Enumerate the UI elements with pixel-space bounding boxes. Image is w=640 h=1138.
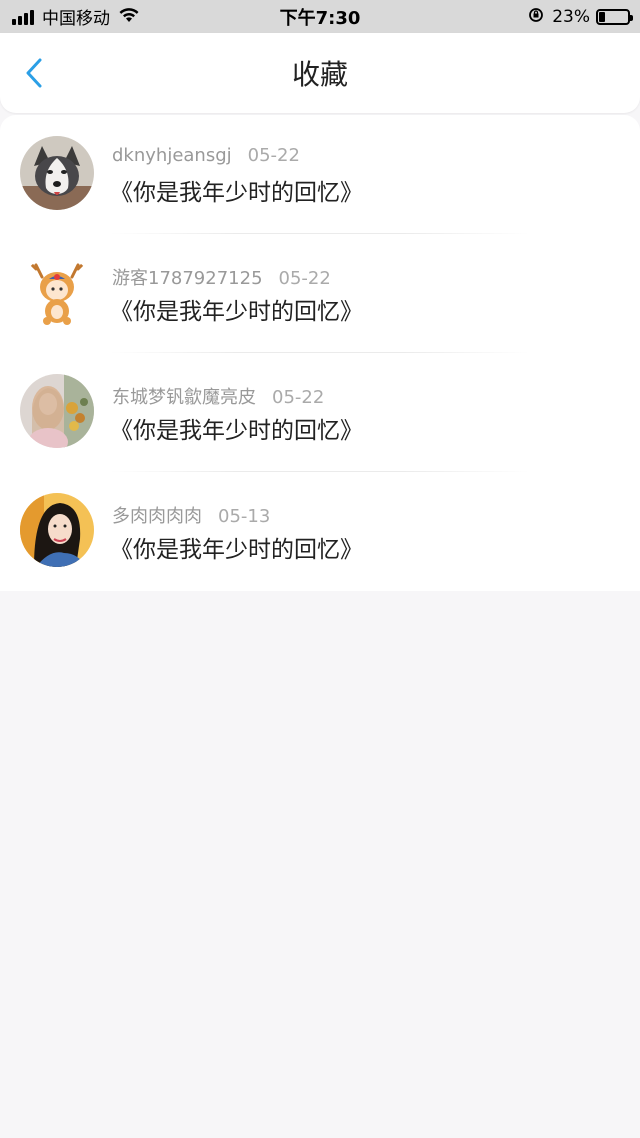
battery-level: [599, 11, 605, 22]
item-title: 《你是我年少时的回忆》: [110, 537, 363, 563]
husky-dog-avatar: [20, 136, 94, 210]
woman-flowers-avatar: [20, 374, 94, 448]
status-bar-right: 23%: [528, 0, 633, 33]
list-item[interactable]: 游客1787927125 05-22 《你是我年少时的回忆》: [0, 234, 640, 353]
date: 05-22: [272, 387, 325, 408]
item-meta: dknyhjeansgj 05-22: [112, 145, 300, 166]
battery-icon: [596, 8, 633, 25]
item-title: 《你是我年少时的回忆》: [110, 418, 363, 444]
list-item[interactable]: 多肉肉肉肉 05-13 《你是我年少时的回忆》: [0, 472, 640, 591]
page-title: 收藏: [291, 58, 348, 91]
username: dknyhjeansgj: [112, 145, 232, 166]
woman-portrait-avatar: [20, 493, 94, 567]
username: 多肉肉肉肉: [112, 506, 202, 527]
username: 游客1787927125: [112, 268, 263, 289]
status-bar: 中国移动 下午7:30 23%: [0, 0, 640, 33]
item-title: 《你是我年少时的回忆》: [110, 299, 363, 325]
item-meta: 游客1787927125 05-22: [112, 264, 331, 290]
battery-percent: 23%: [552, 6, 590, 27]
favorites-list: dknyhjeansgj 05-22 《你是我年少时的回忆》 游客1787927…: [0, 115, 640, 591]
username: 东城梦钒歙魔亮皮: [112, 387, 256, 408]
item-meta: 东城梦钒歙魔亮皮 05-22: [112, 383, 324, 409]
item-title: 《你是我年少时的回忆》: [110, 180, 363, 206]
list-item[interactable]: dknyhjeansgj 05-22 《你是我年少时的回忆》: [0, 115, 640, 234]
item-meta: 多肉肉肉肉 05-13: [112, 502, 270, 528]
date: 05-13: [218, 506, 271, 527]
date: 05-22: [278, 268, 331, 289]
date: 05-22: [247, 145, 300, 166]
rotation-lock-icon: [528, 7, 544, 27]
list-item[interactable]: 东城梦钒歙魔亮皮 05-22 《你是我年少时的回忆》: [0, 353, 640, 472]
nav-bar: 收藏: [0, 33, 640, 113]
cartoon-deer-avatar: [20, 255, 94, 329]
